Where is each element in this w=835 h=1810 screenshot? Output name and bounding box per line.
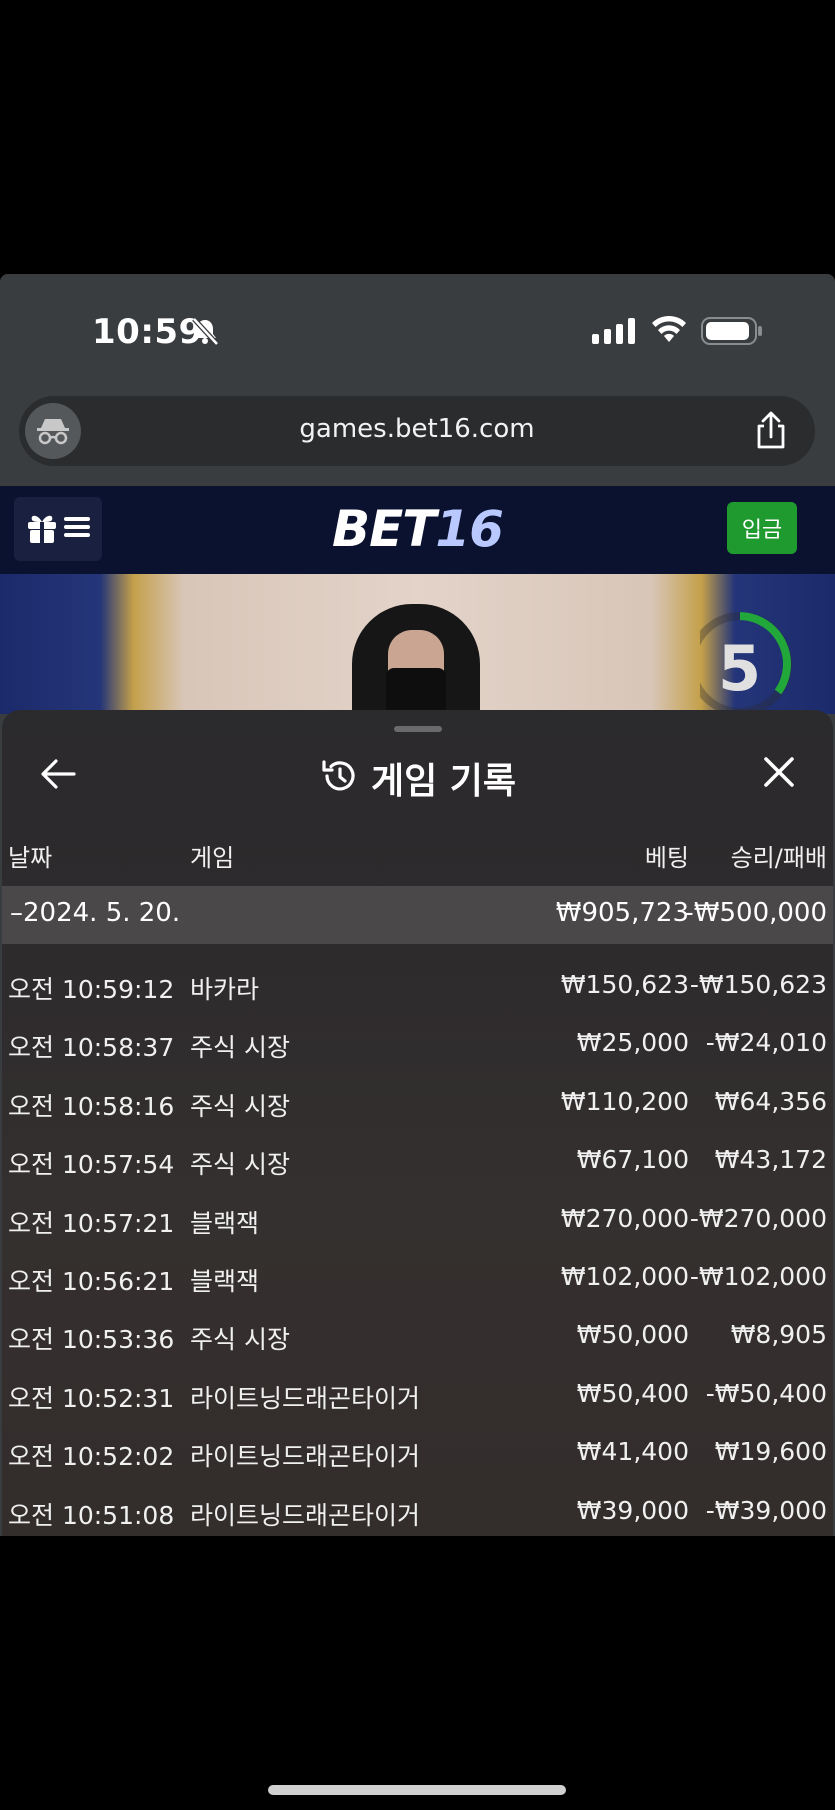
summary-bet: ₩905,723: [555, 898, 689, 928]
live-video: 5: [0, 574, 835, 714]
summary-date: –2024. 5. 20.: [10, 898, 181, 928]
dealer-image: [352, 604, 480, 714]
row-time: 오전 10:53:36: [8, 1325, 175, 1355]
history-row[interactable]: 오전 10:58:37 주식 시장 ₩25,000 -₩24,010: [2, 1018, 833, 1076]
column-date[interactable]: 날짜: [8, 838, 52, 873]
row-bet: ₩50,000: [576, 1320, 689, 1350]
row-time: 오전 10:52:31: [8, 1383, 175, 1413]
row-time: 오전 10:59:12: [8, 975, 175, 1004]
row-game: 바카라: [190, 975, 260, 1004]
row-result: ₩43,172: [714, 1145, 827, 1175]
row-bet: ₩50,400: [576, 1378, 689, 1408]
row-game: 블랙잭: [190, 1266, 260, 1296]
row-bet: ₩110,200: [560, 1086, 689, 1116]
row-game: 주식 시장: [190, 1091, 290, 1121]
close-icon[interactable]: [761, 754, 797, 794]
row-game: 주식 시장: [190, 1150, 290, 1180]
home-indicator[interactable]: [268, 1785, 566, 1795]
row-result: ₩19,600: [714, 1437, 827, 1467]
history-row[interactable]: 오전 10:59:12 바카라 ₩150,623 -₩150,623: [2, 960, 833, 1018]
row-bet: ₩150,623: [560, 970, 689, 999]
phone-screen: 10:59 games.bet16.com BET16 입금 5 게임 기록 날…: [0, 274, 835, 1536]
row-result: -₩39,000: [705, 1495, 827, 1525]
history-row[interactable]: 오전 10:52:31 라이트닝드래곤타이거 ₩50,400 -₩50,400: [2, 1369, 833, 1427]
game-history-panel: 게임 기록 날짜 게임 베팅 승리/패배 –2024. 5. 20. ₩905,…: [2, 710, 833, 1536]
row-bet: ₩39,000: [576, 1495, 689, 1525]
row-time: 오전 10:56:21: [8, 1266, 175, 1296]
history-icon: [319, 756, 359, 800]
column-game[interactable]: 게임: [190, 838, 234, 873]
column-result[interactable]: 승리/패배: [731, 838, 827, 873]
row-bet: ₩67,100: [576, 1145, 689, 1175]
bell-slash-icon: [190, 316, 220, 350]
row-game: 라이트닝드래곤타이거: [190, 1442, 421, 1472]
logo-number: 16: [435, 500, 504, 558]
signal-icon: [592, 318, 636, 348]
history-row[interactable]: 오전 10:57:21 블랙잭 ₩270,000 -₩270,000: [2, 1194, 833, 1252]
dealer-mask: [386, 668, 446, 714]
row-result: ₩8,905: [730, 1320, 827, 1350]
row-time: 오전 10:57:21: [8, 1208, 175, 1238]
logo-text: BET: [332, 500, 436, 558]
row-bet: ₩25,000: [576, 1028, 689, 1058]
status-time: 10:59: [92, 312, 203, 352]
row-result: -₩270,000: [689, 1203, 827, 1233]
url-text[interactable]: games.bet16.com: [19, 414, 815, 444]
countdown-number: 5: [718, 632, 762, 705]
site-header: BET16 입금: [0, 486, 835, 574]
battery-icon: [701, 316, 763, 350]
row-result: ₩64,356: [714, 1086, 827, 1116]
row-game: 주식 시장: [190, 1325, 290, 1355]
row-time: 오전 10:58:37: [8, 1033, 175, 1063]
row-time: 오전 10:57:54: [8, 1150, 175, 1180]
row-game: 라이트닝드래곤타이거: [190, 1500, 421, 1530]
history-list: 오전 10:59:12 바카라 ₩150,623 -₩150,623 오전 10:58:…: [2, 960, 833, 1536]
address-bar[interactable]: games.bet16.com: [19, 396, 815, 466]
history-row[interactable]: 오전 10:58:16 주식 시장 ₩110,200 ₩64,356: [2, 1077, 833, 1135]
row-time: 오전 10:51:08: [8, 1500, 175, 1530]
table-header: 날짜 게임 베팅 승리/패배: [2, 838, 833, 878]
history-row[interactable]: 오전 10:57:54 주식 시장 ₩67,100 ₩43,172: [2, 1135, 833, 1193]
wifi-icon: [650, 314, 688, 348]
history-row[interactable]: 오전 10:53:36 주식 시장 ₩50,000 ₩8,905: [2, 1310, 833, 1368]
row-bet: ₩102,000: [560, 1261, 689, 1291]
row-game: 라이트닝드래곤타이거: [190, 1383, 421, 1413]
row-result: -₩150,623: [689, 970, 827, 999]
history-row[interactable]: 오전 10:56:21 블랙잭 ₩102,000 -₩102,000: [2, 1252, 833, 1310]
summary-result: -₩500,000: [684, 898, 827, 928]
status-bar: 10:59: [0, 274, 835, 384]
row-time: 오전 10:58:16: [8, 1091, 175, 1121]
share-icon[interactable]: [753, 410, 789, 454]
row-result: -₩102,000: [689, 1261, 827, 1291]
date-summary-row[interactable]: –2024. 5. 20. ₩905,723 -₩500,000: [2, 886, 833, 944]
row-game: 블랙잭: [190, 1208, 260, 1238]
row-time: 오전 10:52:02: [8, 1442, 175, 1472]
drag-handle[interactable]: [394, 726, 442, 732]
panel-header: 게임 기록: [2, 752, 833, 804]
row-game: 주식 시장: [190, 1033, 290, 1063]
panel-title: 게임 기록: [370, 761, 516, 802]
row-result: -₩50,400: [705, 1378, 827, 1408]
row-bet: ₩270,000: [560, 1203, 689, 1233]
history-row[interactable]: 오전 10:51:08 라이트닝드래곤타이거 ₩39,000 -₩39,000: [2, 1486, 833, 1536]
row-result: -₩24,010: [705, 1028, 827, 1058]
column-bet[interactable]: 베팅: [645, 838, 689, 873]
deposit-button[interactable]: 입금: [727, 502, 797, 554]
history-row[interactable]: 오전 10:52:02 라이트닝드래곤타이거 ₩41,400 ₩19,600: [2, 1427, 833, 1485]
row-bet: ₩41,400: [576, 1437, 689, 1467]
site-logo[interactable]: BET16: [0, 500, 835, 558]
